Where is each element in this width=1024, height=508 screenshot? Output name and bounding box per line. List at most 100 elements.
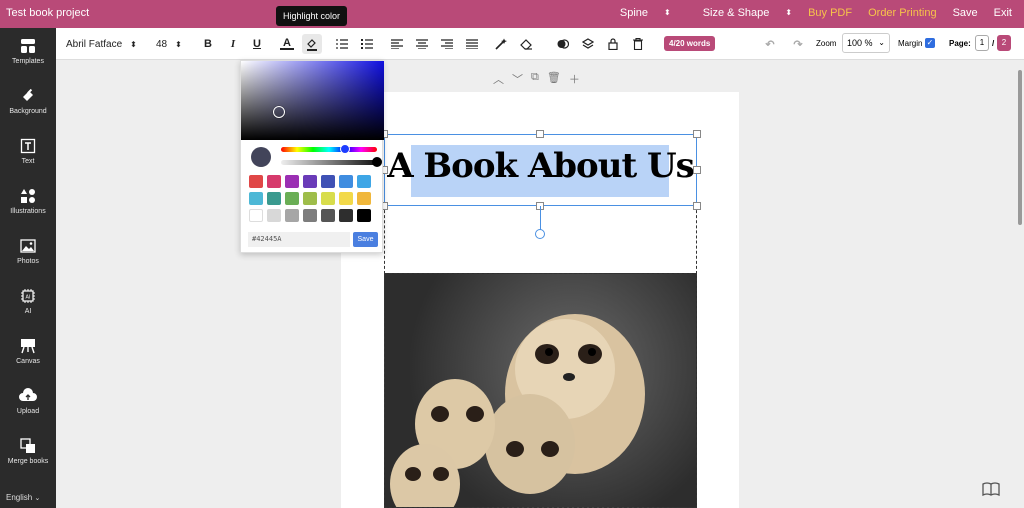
sidebar-label: Background: [9, 108, 47, 115]
clear-format-button[interactable]: [494, 37, 508, 51]
color-swatch[interactable]: [303, 175, 317, 188]
language-selector[interactable]: English ⌄: [6, 493, 40, 502]
margin-checkbox[interactable]: ✓: [925, 38, 935, 48]
hue-slider-knob[interactable]: [340, 144, 350, 154]
spine-menu[interactable]: Spine ⬍: [604, 7, 671, 19]
sidebar-label: Templates: [12, 58, 44, 65]
color-swatch[interactable]: [285, 175, 299, 188]
buy-pdf-link[interactable]: Buy PDF: [808, 7, 852, 19]
vertical-scrollbar[interactable]: [1018, 70, 1022, 225]
color-swatch[interactable]: [267, 209, 281, 222]
current-page-input[interactable]: 1: [975, 35, 989, 51]
color-swatch[interactable]: [249, 175, 263, 188]
templates-icon: [21, 39, 35, 53]
move-down-icon[interactable]: ﹀: [512, 71, 523, 87]
color-swatch[interactable]: [249, 192, 263, 205]
color-swatch[interactable]: [321, 209, 335, 222]
delete-page-icon[interactable]: 🗑︎: [547, 71, 561, 87]
align-center-button[interactable]: [415, 37, 429, 51]
rotate-handle[interactable]: [535, 229, 545, 239]
color-swatch[interactable]: [321, 175, 335, 188]
opacity-button[interactable]: [556, 37, 570, 51]
color-swatch[interactable]: [339, 192, 353, 205]
align-right-button[interactable]: [440, 37, 454, 51]
size-shape-menu[interactable]: Size & Shape ⬍: [687, 7, 792, 19]
alpha-slider-knob[interactable]: [372, 157, 382, 167]
color-swatch[interactable]: [285, 209, 299, 222]
italic-button[interactable]: I: [226, 37, 240, 51]
resize-handle-br[interactable]: [693, 202, 701, 210]
resize-handle-tc[interactable]: [536, 130, 544, 138]
bold-icon: B: [204, 38, 212, 50]
order-printing-link[interactable]: Order Printing: [868, 7, 936, 19]
sidebar-item-background[interactable]: Background: [0, 88, 56, 138]
save-link[interactable]: Save: [953, 7, 978, 19]
hue-slider[interactable]: [281, 147, 377, 152]
sidebar-label: Photos: [17, 258, 39, 265]
font-size-select[interactable]: 48 ⬍: [156, 28, 182, 60]
bullet-list-button[interactable]: [360, 37, 374, 51]
sidebar-item-text[interactable]: Text: [0, 138, 56, 188]
sidebar-item-merge-books[interactable]: Merge books: [0, 438, 56, 488]
sidebar-item-photos[interactable]: Photos: [0, 238, 56, 288]
meerkat-photo[interactable]: [384, 273, 697, 508]
resize-handle-tr[interactable]: [693, 130, 701, 138]
sidebar-item-illustrations[interactable]: Illustrations: [0, 188, 56, 238]
sidebar-item-upload[interactable]: Upload: [0, 388, 56, 438]
sidebar-item-ai[interactable]: AI AI: [0, 288, 56, 338]
highlight-color-picker: #42445A Save: [240, 60, 384, 253]
book-preview-icon[interactable]: [982, 482, 1000, 499]
underline-button[interactable]: U: [250, 37, 264, 51]
text-color-button[interactable]: A: [280, 37, 294, 50]
highlight-color-button[interactable]: [302, 34, 322, 54]
sidebar-label: Merge books: [7, 458, 49, 465]
color-swatch[interactable]: [303, 192, 317, 205]
page-controls: ︿ ﹀ ⧉ 🗑︎ ＋: [493, 71, 580, 87]
eraser-icon: [520, 38, 532, 50]
color-swatch[interactable]: [357, 175, 371, 188]
resize-handle-mr[interactable]: [693, 166, 701, 174]
layers-button[interactable]: [581, 37, 595, 51]
bold-button[interactable]: B: [201, 37, 215, 51]
undo-button[interactable]: ↶: [763, 37, 777, 51]
color-cursor[interactable]: [273, 106, 285, 118]
sidebar-item-canvas[interactable]: Canvas: [0, 338, 56, 388]
selection-box[interactable]: [384, 134, 697, 206]
delete-button[interactable]: [631, 37, 645, 51]
exit-link[interactable]: Exit: [994, 7, 1012, 19]
numbered-list-button[interactable]: [335, 37, 349, 51]
left-sidebar: Templates Background Text Illustrations …: [0, 28, 56, 508]
color-swatch[interactable]: [357, 209, 371, 222]
project-title[interactable]: Test book project: [6, 7, 89, 19]
color-swatch[interactable]: [321, 192, 335, 205]
add-page-icon[interactable]: ＋: [569, 71, 580, 87]
color-swatch[interactable]: [339, 175, 353, 188]
alpha-slider[interactable]: [281, 160, 377, 165]
eraser-button[interactable]: [519, 37, 533, 51]
lock-button[interactable]: [606, 37, 620, 51]
redo-icon: ↷: [793, 38, 803, 51]
color-swatch[interactable]: [339, 209, 353, 222]
sidebar-item-templates[interactable]: Templates: [0, 38, 56, 88]
font-family-select[interactable]: Abril Fatface ⬍: [66, 28, 137, 60]
sidebar-label: Text: [21, 158, 35, 165]
align-left-button[interactable]: [390, 37, 404, 51]
color-swatch[interactable]: [249, 209, 263, 222]
color-swatch[interactable]: [357, 192, 371, 205]
magic-wand-icon: [495, 38, 507, 50]
numbered-list-icon: [336, 39, 348, 49]
check-icon: ✓: [926, 38, 934, 47]
justify-button[interactable]: [465, 37, 479, 51]
color-swatch[interactable]: [267, 192, 281, 205]
hex-input[interactable]: #42445A: [248, 232, 350, 247]
color-swatch[interactable]: [267, 175, 281, 188]
color-save-button[interactable]: Save: [353, 232, 378, 247]
spine-label: Spine: [619, 7, 649, 19]
redo-button[interactable]: ↷: [791, 37, 805, 51]
color-swatch[interactable]: [285, 192, 299, 205]
color-swatch[interactable]: [303, 209, 317, 222]
saturation-value-area[interactable]: [241, 61, 384, 140]
move-up-icon[interactable]: ︿: [493, 71, 504, 87]
zoom-select[interactable]: 100 % ⌄: [842, 33, 890, 53]
duplicate-icon[interactable]: ⧉: [531, 71, 539, 87]
